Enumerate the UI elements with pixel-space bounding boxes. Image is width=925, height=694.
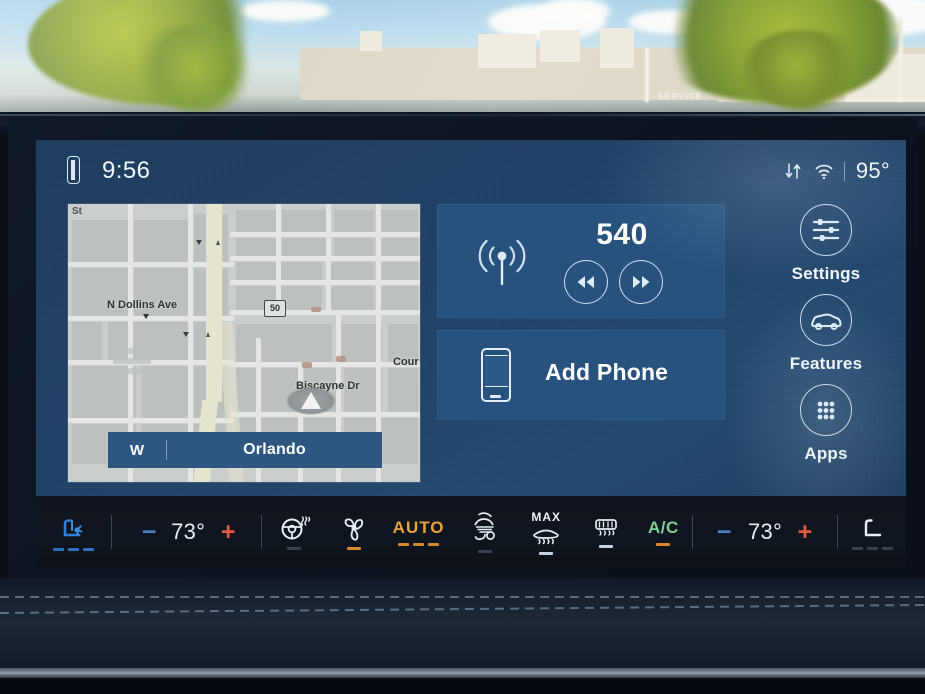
front-defrost-icon: [529, 525, 563, 547]
seat-level-bar: [881, 547, 893, 550]
passenger-temperature: 73°: [742, 519, 789, 545]
sidebar-item-label: Apps: [804, 444, 848, 463]
status-bar: 9:56 95°: [36, 140, 906, 200]
passenger-temp-down-button[interactable]: −: [707, 517, 742, 546]
windshield-reflection: SERVICE: [0, 0, 925, 118]
max-front-defrost-button[interactable]: MAX: [515, 510, 578, 555]
outside-temperature: 95°: [855, 158, 890, 183]
skip-previous-icon[interactable]: [564, 260, 608, 304]
steering-level-bar: [286, 547, 301, 550]
data-transfer-icon: [784, 161, 803, 181]
sidebar-item-settings[interactable]: Settings: [746, 204, 906, 284]
seat-icon: [856, 514, 888, 542]
auto-level-bar: [398, 543, 410, 546]
map-corner-label: St: [72, 206, 82, 217]
climate-divider: [692, 515, 693, 549]
right-sidebar: Settings Features Apps: [746, 204, 906, 504]
map-street-label-court: Cour: [393, 356, 419, 368]
heated-steering-wheel-icon: [277, 514, 311, 542]
highway-shield-icon: 50: [264, 300, 286, 317]
car-icon: [800, 294, 852, 346]
airflow-mode-button[interactable]: [454, 511, 515, 553]
mobile-phone-icon: [481, 348, 511, 402]
airflow-face-feet-icon: [466, 511, 504, 545]
reflected-service-sign: SERVICE: [658, 92, 703, 101]
seat-level-bar: [52, 548, 64, 551]
sidebar-item-label: Settings: [791, 264, 861, 283]
passenger-temp-value: 73°: [747, 519, 783, 544]
auto-label: AUTO: [392, 518, 445, 537]
sidebar-item-apps[interactable]: Apps: [746, 384, 906, 464]
seat-level-bar: [67, 548, 79, 551]
rear-defrost-level-bar: [599, 545, 614, 548]
skip-next-icon[interactable]: [619, 260, 663, 304]
media-radio-tile[interactable]: 540: [437, 204, 725, 318]
ac-button[interactable]: A/C: [635, 518, 692, 546]
status-divider: [843, 161, 845, 181]
airflow-level-bar: [477, 550, 492, 553]
radio-frequency: 540: [596, 218, 648, 251]
sliders-icon: [800, 204, 852, 256]
navigation-map-tile[interactable]: St 50 N Dollins Ave Biscayne Dr Cour W O…: [68, 204, 420, 482]
grid-dots-icon: [800, 384, 852, 436]
ac-level-bar: [656, 543, 671, 546]
seat-level-bar: [851, 547, 863, 550]
auto-level-bar: [428, 543, 440, 546]
climate-divider: [110, 515, 112, 549]
defrost-level-bar: [539, 551, 554, 555]
driver-temp-up-button[interactable]: +: [212, 517, 245, 546]
passenger-seat-button[interactable]: [838, 514, 906, 550]
sidebar-item-features[interactable]: Features: [746, 294, 906, 374]
minus-icon: −: [141, 517, 157, 546]
destination-direction: W: [129, 441, 145, 459]
passenger-temp-up-button[interactable]: +: [788, 517, 821, 546]
driver-temperature: 73°: [165, 519, 212, 545]
heated-steering-wheel-button[interactable]: [262, 514, 326, 550]
driver-temp-down-button[interactable]: −: [134, 517, 165, 546]
destination-city: Orlando: [243, 441, 306, 458]
max-label: MAX: [531, 509, 562, 524]
sidebar-item-label: Features: [789, 354, 863, 373]
seat-level-bar: [82, 548, 94, 551]
auto-level-bar: [413, 543, 425, 546]
chrome-trim: [0, 668, 925, 678]
navigation-arrow-icon: [286, 387, 336, 415]
climate-control-bar: − 73° + AUTO MAX A/C − 73° +: [36, 496, 906, 568]
lincoln-badge-icon: [67, 156, 80, 184]
driver-seat-button[interactable]: [36, 513, 111, 551]
wifi-icon: [814, 161, 833, 181]
fan-button[interactable]: [326, 514, 383, 550]
seat-level-bar: [866, 547, 878, 550]
plus-icon: +: [220, 517, 236, 546]
map-street-label-dollins: N Dollins Ave: [107, 299, 178, 311]
destination-bar[interactable]: W Orlando: [108, 432, 382, 468]
fan-icon: [338, 514, 370, 542]
ac-label: A/C: [647, 518, 679, 537]
driver-temp-value: 73°: [171, 519, 206, 544]
minus-icon: −: [716, 517, 732, 546]
auto-climate-button[interactable]: AUTO: [383, 518, 454, 546]
rear-defrost-button[interactable]: [577, 516, 634, 548]
rear-defrost-icon: [589, 516, 623, 540]
clock: 9:56: [102, 157, 151, 184]
lower-shadow: [0, 678, 925, 694]
ventilated-seat-icon: [56, 513, 90, 543]
fan-level-bar: [347, 547, 362, 550]
add-phone-tile[interactable]: Add Phone: [437, 330, 725, 420]
plus-icon: +: [797, 517, 813, 546]
add-phone-label: Add Phone: [545, 359, 669, 385]
radio-broadcast-icon: [473, 232, 531, 290]
